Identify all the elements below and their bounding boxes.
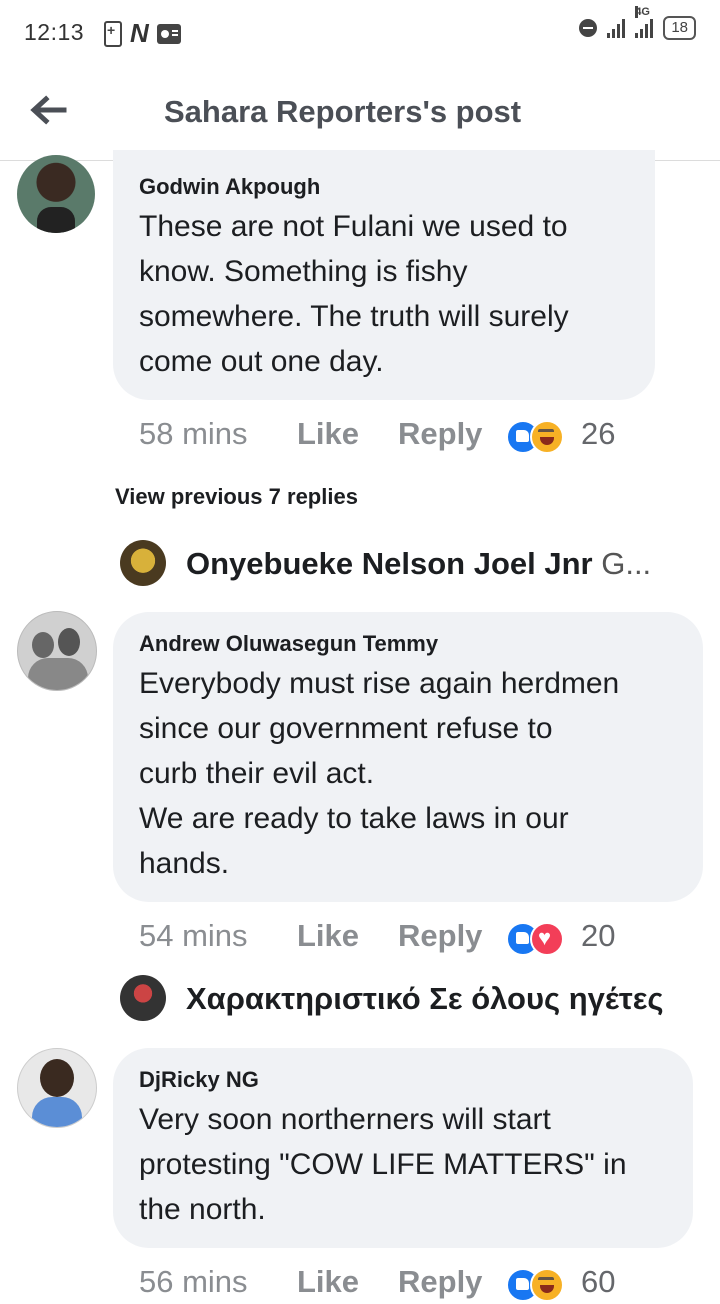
comment-line: Very soon northerners will start: [139, 1103, 551, 1136]
comment-text: Very soon northerners will start protest…: [139, 1097, 627, 1232]
post-header: Sahara Reporters's post: [0, 64, 720, 161]
avatar: [120, 975, 166, 1021]
comment-line: since our government refuse to: [139, 712, 553, 745]
comment-line: These are not Fulani we used to: [139, 210, 568, 243]
avatar[interactable]: [17, 155, 95, 233]
reply-preview-text: Onyebueke Nelson Joel Jnr G...: [186, 546, 651, 582]
love-reaction-icon: [530, 922, 564, 956]
comment-line: know. Something is fishy: [139, 255, 468, 288]
comment-author[interactable]: Godwin Akpough: [139, 174, 320, 200]
dnd-icon: [579, 19, 598, 37]
comment-line: hands.: [139, 847, 230, 880]
avatar[interactable]: [17, 611, 97, 691]
signal-4g-icon: 4G: [635, 6, 654, 38]
battery-saver-icon: [104, 20, 122, 47]
radio-icon: [156, 23, 181, 44]
comment-author[interactable]: Andrew Oluwasegun Temmy: [139, 631, 438, 657]
comment-line: curb their evil act.: [139, 757, 375, 790]
reactions[interactable]: [506, 420, 564, 454]
comment-text: Everybody must rise again herdmen since …: [139, 661, 619, 886]
comment-text: These are not Fulani we used to know. So…: [139, 204, 569, 384]
reaction-count[interactable]: 20: [581, 918, 615, 954]
reply-author: Onyebueke Nelson Joel Jnr: [186, 546, 593, 581]
haha-reaction-icon: [530, 1268, 564, 1302]
battery-level: 18: [663, 16, 696, 40]
comment-line: the north.: [139, 1193, 266, 1226]
like-button[interactable]: Like: [297, 1264, 359, 1300]
view-previous-replies-link[interactable]: View previous 7 replies: [115, 484, 358, 510]
comment-line: come out one day.: [139, 345, 384, 378]
reply-snippet: G...: [601, 546, 652, 581]
like-button[interactable]: Like: [297, 918, 359, 954]
n-app-icon: N: [130, 18, 149, 48]
network-type-label: 4G: [635, 6, 650, 18]
reaction-count[interactable]: 60: [581, 1264, 615, 1300]
arrow-left-icon[interactable]: [28, 90, 68, 130]
reactions[interactable]: [506, 1268, 564, 1302]
comment-time: 58 mins: [139, 416, 248, 451]
reply-preview[interactable]: Onyebueke Nelson Joel Jnr G...: [120, 540, 680, 590]
reply-button[interactable]: Reply: [398, 918, 482, 954]
reply-preview-text: Χαρακτηριστικό Σε όλους ηγέτες: [186, 981, 664, 1017]
status-bar: 12:13 N 4G 18: [0, 0, 720, 64]
haha-reaction-icon: [530, 420, 564, 454]
comment-author[interactable]: DjRicky NG: [139, 1067, 259, 1093]
signal-icon: [607, 18, 626, 38]
status-time: 12:13: [24, 19, 85, 45]
reply-button[interactable]: Reply: [398, 1264, 482, 1300]
reply-preview[interactable]: Χαρακτηριστικό Σε όλους ηγέτες: [120, 975, 710, 1025]
reply-author: Χαρακτηριστικό Σε όλους ηγέτες: [186, 981, 664, 1016]
avatar: [120, 540, 166, 586]
comment-line: protesting "COW LIFE MATTERS" in: [139, 1148, 627, 1181]
comment-time: 56 mins: [139, 1264, 248, 1299]
comment-line: Everybody must rise again herdmen: [139, 667, 620, 700]
reactions[interactable]: [506, 922, 564, 956]
reaction-count[interactable]: 26: [581, 416, 615, 452]
avatar[interactable]: [17, 1048, 97, 1128]
comment-line: somewhere. The truth will surely: [139, 300, 569, 333]
page-title: Sahara Reporters's post: [164, 94, 522, 129]
reply-button[interactable]: Reply: [398, 416, 482, 452]
comment-time: 54 mins: [139, 918, 248, 953]
comment-line: We are ready to take laws in our: [139, 802, 569, 835]
like-button[interactable]: Like: [297, 416, 359, 452]
